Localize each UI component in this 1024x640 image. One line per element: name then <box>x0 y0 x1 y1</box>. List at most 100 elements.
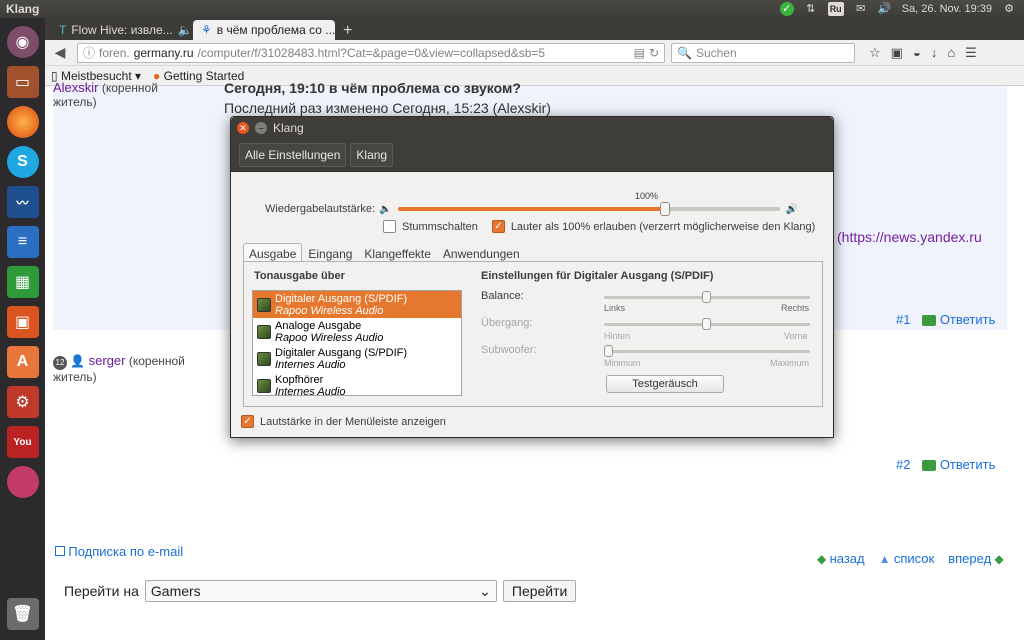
download-icon[interactable]: ↓ <box>931 45 938 61</box>
navigation-bar: ◀ ⓘ foren. germany.ru/computer/f/31028483… <box>45 40 1024 66</box>
mail-icon[interactable]: ✉ <box>854 2 868 16</box>
show-in-menu-row: ✓ Lautstärke in der Menüleiste anzeigen <box>241 415 446 428</box>
device-item[interactable]: Digitaler Ausgang (S/PDIF) Rapoo Wireless… <box>253 291 461 318</box>
post-number[interactable]: #1 <box>896 312 910 327</box>
back-button[interactable]: ◀ <box>49 42 71 64</box>
subscribe-link[interactable]: Подписка по e-mail <box>55 544 183 559</box>
system-settings-icon[interactable]: ⚙ <box>4 384 42 420</box>
clock[interactable]: Sa, 26. Nov. 19:39 <box>902 3 992 15</box>
software-center-icon[interactable]: A <box>4 344 42 380</box>
sound-card-icon <box>257 351 271 366</box>
allow-over-100-checkbox[interactable]: ✓ <box>491 220 505 233</box>
url-bar[interactable]: ⓘ foren. germany.ru/computer/f/31028483.h… <box>77 42 665 63</box>
impress-icon[interactable]: ▣ <box>4 304 42 340</box>
volume-slider-handle[interactable] <box>659 202 670 216</box>
close-icon[interactable]: ✕ <box>237 122 249 134</box>
balance-slider[interactable] <box>604 291 810 303</box>
nav-list-label: список <box>893 551 935 566</box>
mute-label: Stummschalten <box>402 220 478 233</box>
volume-row: Wiedergabelautstärke: 🔈 🔊 <box>265 202 798 216</box>
ubuntu-dash-icon[interactable]: ◉ <box>4 24 42 60</box>
post-navigation: ◆ назад ▲ список вперед ◆ <box>817 551 1004 566</box>
post-number[interactable]: #2 <box>896 457 910 472</box>
firefox-icon[interactable] <box>4 104 42 140</box>
tab-label: Flow Hive: извле... <box>71 23 173 37</box>
url-domain: germany.ru <box>133 45 194 60</box>
post-link[interactable]: (https://news.yandex.ru <box>837 229 982 245</box>
nav-forward-link[interactable]: вперед ◆ <box>948 551 1004 566</box>
subwoofer-slider <box>604 345 810 357</box>
reply-button[interactable]: Ответить <box>921 312 996 327</box>
crumb-all-settings[interactable]: Alle Einstellungen <box>239 143 347 167</box>
search-input[interactable]: 🔍 Suchen <box>671 42 855 63</box>
youtube-icon[interactable]: You <box>4 424 42 460</box>
reply-label: Ответить <box>939 312 996 327</box>
device-item[interactable]: Analoge Ausgabe Rapoo Wireless Audio <box>253 318 461 345</box>
volume-slider-fill <box>397 207 665 211</box>
clipboard-icon[interactable]: ▣ <box>891 45 903 61</box>
tab-flow-hive[interactable]: T Flow Hive: извле... 🔈 ✕ <box>51 20 193 40</box>
post-1-author: Alexskir (коренной житель) <box>53 80 158 109</box>
mute-checkbox[interactable] <box>383 220 396 233</box>
minimize-icon[interactable]: – <box>255 122 267 134</box>
tab-bar: T Flow Hive: извле... 🔈 ✕ ⚘ в чём пробле… <box>45 18 1024 40</box>
system-monitor-icon[interactable]: 〰 <box>4 184 42 220</box>
settings-heading: Einstellungen für Digitaler Ausgang (S/P… <box>481 270 714 282</box>
device-item[interactable]: Kopfhörer Internes Audio <box>253 372 461 395</box>
author-name[interactable]: Alexskir <box>53 80 99 95</box>
reload-icon[interactable]: ↻ <box>649 46 659 60</box>
arrow-right-icon: ◆ <box>994 552 1004 566</box>
tab-forum[interactable]: ⚘ в чём проблема со ... ✕ <box>193 20 335 40</box>
bookmark-star-icon[interactable]: ☆ <box>869 45 881 61</box>
forum-favicon-icon: ⚘ <box>201 23 212 37</box>
network-arrows-icon[interactable]: ⇅ <box>804 2 818 16</box>
skype-icon[interactable]: S <box>4 144 42 180</box>
chevron-down-icon: ⌄ <box>479 582 491 599</box>
calc-icon[interactable]: ▦ <box>4 264 42 300</box>
volume-slider[interactable] <box>397 202 780 216</box>
device-name: Digitaler Ausgang (S/PDIF) <box>275 346 408 359</box>
speaker-icon[interactable]: 🔈 <box>178 23 193 37</box>
nav-forward-label: вперед <box>948 551 992 566</box>
dialog-titlebar[interactable]: ✕ – Klang <box>231 117 833 139</box>
fade-slider <box>604 318 810 330</box>
nav-back-link[interactable]: ◆ назад <box>817 551 865 566</box>
nav-list-link[interactable]: ▲ список <box>879 551 935 566</box>
crumb-sound[interactable]: Klang <box>350 143 394 167</box>
top-panel: Klang ✓ ⇅ Ru ✉ 🔊 Sa, 26. Nov. 19:39 ⚙ <box>0 0 1024 18</box>
output-device-list: Digitaler Ausgang (S/PDIF) Rapoo Wireless… <box>252 290 462 396</box>
reader-view-icon[interactable]: ▤ <box>634 46 645 60</box>
balance-slider-handle[interactable] <box>702 291 711 303</box>
files-icon[interactable]: ▭ <box>4 64 42 100</box>
nav-back-label: назад <box>829 551 865 566</box>
show-in-menu-label: Lautstärke in der Menüleiste anzeigen <box>260 415 446 428</box>
subscribe-label: Подписка по e-mail <box>68 544 184 559</box>
home-icon[interactable]: ⌂ <box>947 45 955 61</box>
sound-card-icon <box>257 324 271 339</box>
goto-button[interactable]: Перейти <box>502 580 577 602</box>
pocket-icon[interactable]: ◒ <box>913 45 921 61</box>
url-path: /computer/f/31028483.html?Cat=&page=0&vi… <box>197 45 546 60</box>
new-tab-button[interactable]: + <box>335 22 360 40</box>
goto-select-value: Gamers <box>150 583 201 599</box>
update-ok-icon[interactable]: ✓ <box>779 2 794 16</box>
sound-card-icon <box>257 297 271 312</box>
subwoofer-slider-handle <box>604 345 613 357</box>
menu-icon[interactable]: ☰ <box>965 45 977 61</box>
author-role: (коренной <box>128 354 185 368</box>
post-header: Сегодня, 19:10 в чём проблема со звуком? <box>224 80 521 96</box>
reply-button[interactable]: Ответить <box>921 457 995 472</box>
output-panel: Tonausgabe über Digitaler Ausgang (S/PDI… <box>243 261 823 407</box>
device-item[interactable]: Digitaler Ausgang (S/PDIF) Internes Audio <box>253 345 461 372</box>
writer-icon[interactable]: ≡ <box>4 224 42 260</box>
trash-icon[interactable]: 🗑 <box>4 596 42 632</box>
web-app-icon[interactable] <box>4 464 42 500</box>
keyboard-layout-indicator[interactable]: Ru <box>827 2 844 16</box>
show-in-menu-checkbox[interactable]: ✓ <box>241 415 254 428</box>
author-name[interactable]: serger <box>89 353 126 368</box>
gear-icon[interactable]: ⚙ <box>1002 2 1016 16</box>
volume-icon[interactable]: 🔊 <box>878 2 892 16</box>
info-icon[interactable]: ⓘ <box>83 44 95 61</box>
test-sound-button[interactable]: Testgeräusch <box>606 375 724 393</box>
goto-select[interactable]: Gamers ⌄ <box>144 580 497 602</box>
